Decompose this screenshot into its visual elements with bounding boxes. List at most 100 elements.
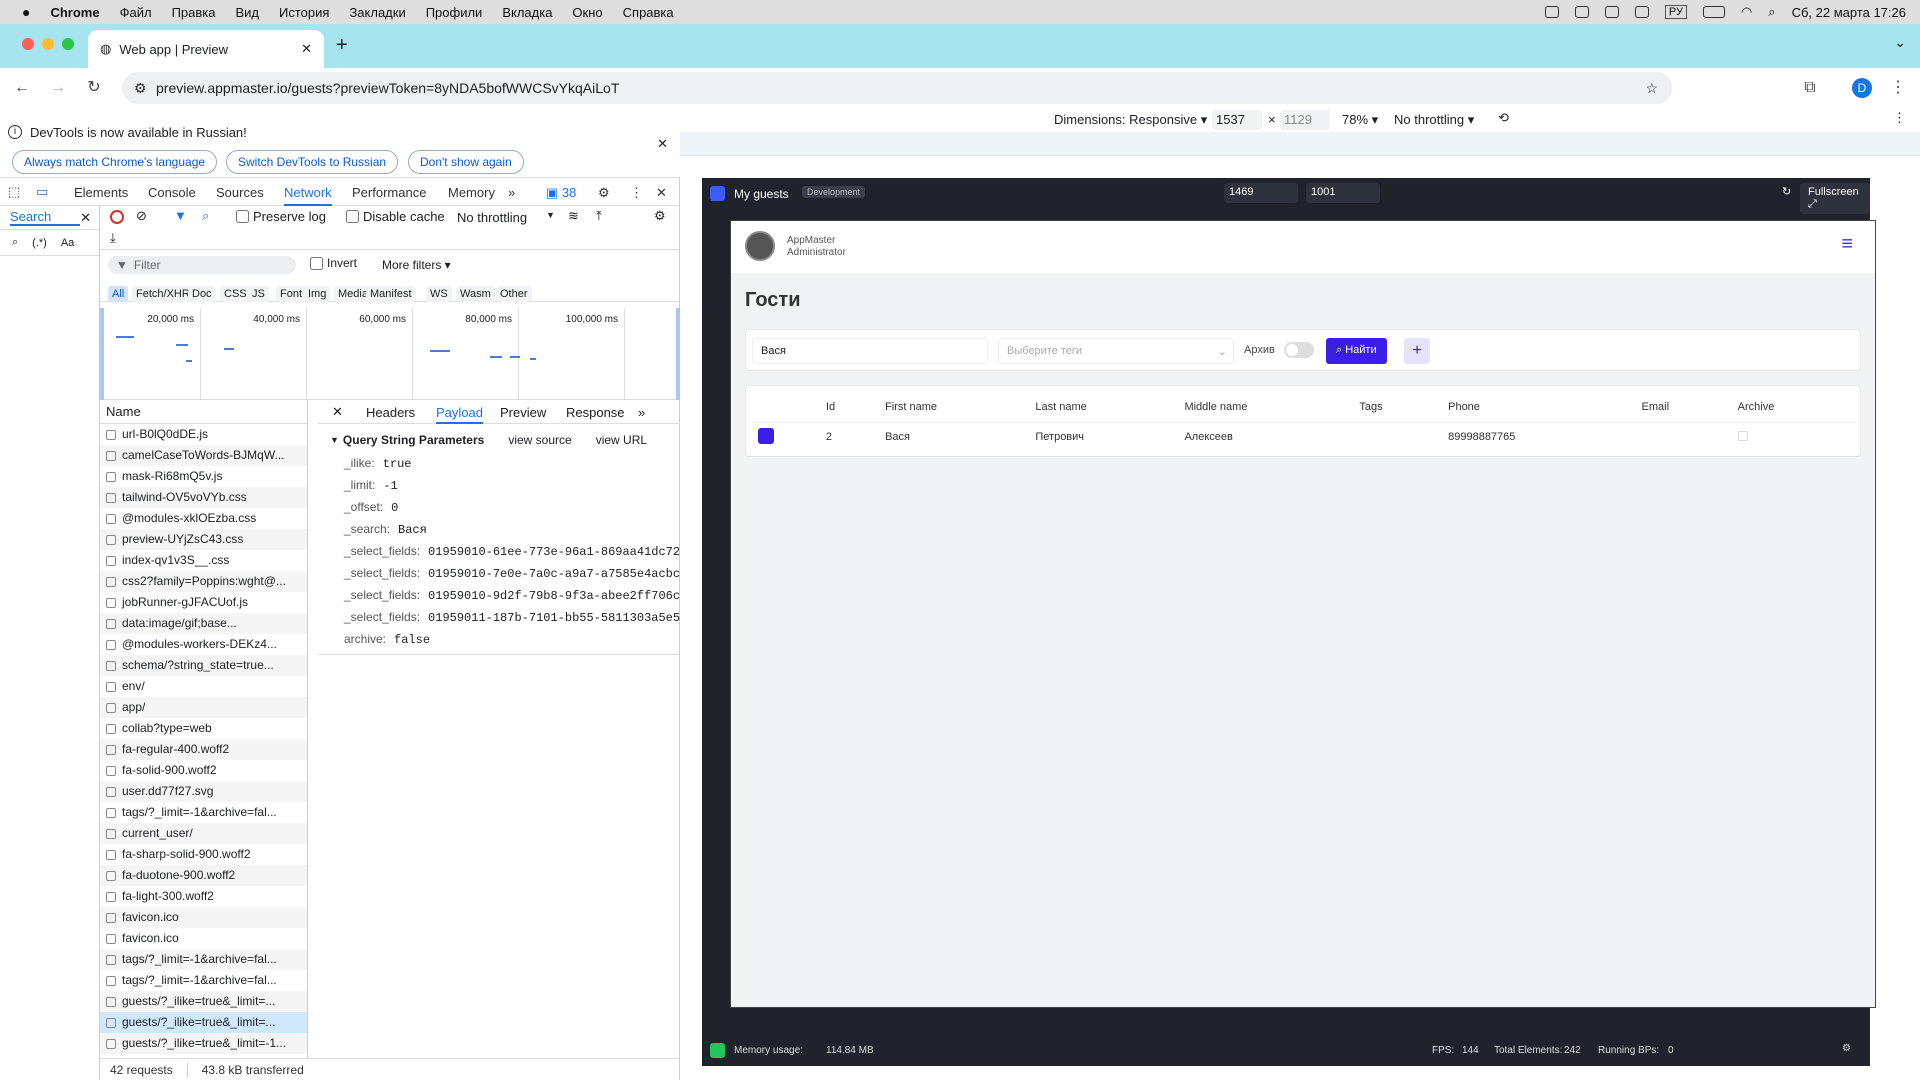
network-settings-icon[interactable]: ⚙ xyxy=(654,208,666,224)
column-header[interactable]: Middle name xyxy=(1184,392,1359,422)
tray-icon[interactable] xyxy=(1634,6,1649,18)
add-button[interactable]: + xyxy=(1404,338,1430,364)
filter-chip[interactable]: WS xyxy=(426,286,452,302)
dont-show-button[interactable]: Don't show again xyxy=(408,150,524,174)
request-row[interactable]: url-B0lQ0dDE.js xyxy=(100,424,307,445)
tray-icon[interactable] xyxy=(1574,6,1589,18)
wifi-icon[interactable]: ◠ xyxy=(1741,4,1752,20)
battery-icon[interactable] xyxy=(1702,6,1725,18)
view-source-link[interactable]: view source xyxy=(508,433,571,447)
network-conditions-icon[interactable]: ≋ xyxy=(568,208,579,224)
column-header[interactable]: Last name xyxy=(1035,392,1184,422)
device-throttling-select[interactable]: No throttling ▾ xyxy=(1394,112,1474,128)
extensions-icon[interactable]: ⧉ xyxy=(1800,78,1820,98)
menu-item-7[interactable]: Вкладка xyxy=(502,5,552,20)
minimize-window-button[interactable] xyxy=(42,38,54,50)
switch-language-button[interactable]: Switch DevTools to Russian xyxy=(226,150,399,174)
request-row[interactable]: tags/?_limit=-1&archive=fal... xyxy=(100,949,307,970)
close-icon[interactable]: ✕ xyxy=(657,136,668,152)
devtools-menu-icon[interactable]: ⋮ xyxy=(630,185,643,201)
import-har-icon[interactable]: ⤒ xyxy=(596,208,602,224)
forward-icon[interactable]: → xyxy=(48,78,68,98)
clear-icon[interactable]: ⊘ xyxy=(136,208,147,224)
maximize-window-button[interactable] xyxy=(62,38,74,50)
rotate-icon[interactable]: ⟲ xyxy=(1498,110,1509,126)
address-bar[interactable]: ⚙ preview.appmaster.io/guests?previewTok… xyxy=(122,72,1672,104)
site-info-icon[interactable]: ⚙ xyxy=(134,72,147,104)
tab-network[interactable]: Network xyxy=(284,185,332,206)
name-column-header[interactable]: Name xyxy=(100,400,307,424)
tab-performance[interactable]: Performance xyxy=(352,185,426,200)
request-row[interactable]: camelCaseToWords-BJMqW... xyxy=(100,445,307,466)
device-toolbar-icon[interactable]: ▭ xyxy=(36,184,48,200)
preview-width-input[interactable]: 1469 xyxy=(1224,183,1298,203)
request-row[interactable]: @modules-workers-DEKz4... xyxy=(100,634,307,655)
height-input[interactable]: 1129 xyxy=(1280,110,1330,130)
request-row[interactable]: guests/?_ilike=true&_limit=-1... xyxy=(100,1033,307,1054)
apple-icon[interactable]: ● xyxy=(22,4,30,20)
menu-item-4[interactable]: История xyxy=(279,5,329,20)
request-row[interactable]: tags/?_limit=-1&archive=fal... xyxy=(100,970,307,991)
media-query-ruler[interactable] xyxy=(680,132,1920,156)
archive-toggle[interactable] xyxy=(1284,342,1314,358)
search-input[interactable]: Вася xyxy=(752,338,988,364)
filter-chip[interactable]: CSS xyxy=(220,286,251,302)
menu-item-1[interactable]: Файл xyxy=(120,5,152,20)
request-row[interactable]: data:image/gif;base... xyxy=(100,613,307,634)
filter-chip[interactable]: Doc xyxy=(188,286,216,302)
request-row[interactable]: fa-solid-900.woff2 xyxy=(100,760,307,781)
filter-chip[interactable]: Fetch/XHR xyxy=(132,286,194,302)
request-row[interactable]: favicon.ico xyxy=(100,907,307,928)
request-row[interactable]: tailwind-OV5voVYb.css xyxy=(100,487,307,508)
issues-badge[interactable]: ▣ 38 xyxy=(546,185,576,201)
column-header[interactable]: Email xyxy=(1642,392,1738,422)
throttling-select[interactable]: No throttling xyxy=(457,210,527,225)
qsp-header[interactable]: ▼ Query String Parameters view source vi… xyxy=(318,428,680,452)
view-url-link[interactable]: view URL xyxy=(596,433,647,447)
filter-icon[interactable]: ▼ xyxy=(174,208,187,223)
close-search-icon[interactable]: ✕ xyxy=(80,210,91,226)
request-row[interactable]: fa-light-300.woff2 xyxy=(100,886,307,907)
refresh-icon[interactable]: ↻ xyxy=(1782,185,1791,198)
request-row[interactable]: app/ xyxy=(100,697,307,718)
tags-select[interactable]: Выберите теги ⌄ xyxy=(998,338,1234,364)
column-header[interactable]: Phone xyxy=(1448,392,1641,422)
filter-chip[interactable]: JS xyxy=(248,286,269,302)
filter-chip[interactable]: Manifest xyxy=(366,286,416,302)
disable-cache-input[interactable] xyxy=(346,210,359,223)
find-button[interactable]: ⌕ Найти xyxy=(1326,338,1387,364)
tab-response[interactable]: Response xyxy=(566,405,625,420)
request-row[interactable]: env/ xyxy=(100,676,307,697)
archive-checkbox[interactable] xyxy=(1737,430,1748,441)
request-row[interactable]: fa-regular-400.woff2 xyxy=(100,739,307,760)
request-row[interactable]: @modules-xklOEzba.css xyxy=(100,508,307,529)
reload-icon[interactable]: ↻ xyxy=(84,78,104,98)
preserve-log-checkbox[interactable]: Preserve log xyxy=(236,209,326,224)
menu-kebab-icon[interactable]: ⋮ xyxy=(1888,78,1908,98)
menu-item-8[interactable]: Окно xyxy=(572,5,602,20)
request-row[interactable]: favicon.ico xyxy=(100,928,307,949)
invert-checkbox[interactable]: Invert xyxy=(310,256,357,270)
request-row[interactable]: current_user/ xyxy=(100,823,307,844)
tab-preview[interactable]: Preview xyxy=(500,405,546,420)
width-input[interactable]: 1537 xyxy=(1212,110,1262,130)
close-window-button[interactable] xyxy=(22,38,34,50)
tab-elements[interactable]: Elements xyxy=(74,185,128,200)
request-row[interactable]: fa-duotone-900.woff2 xyxy=(100,865,307,886)
preview-height-input[interactable]: 1001 xyxy=(1306,183,1380,203)
request-row[interactable]: css2?family=Poppins:wght@... xyxy=(100,571,307,592)
menu-item-0[interactable]: Chrome xyxy=(50,5,99,20)
inspect-icon[interactable]: ⬚ xyxy=(8,184,20,200)
new-tab-button[interactable]: + xyxy=(336,34,348,57)
avatar[interactable] xyxy=(745,231,775,261)
filter-chip[interactable]: Img xyxy=(304,286,331,302)
zoom-select[interactable]: 78% ▾ xyxy=(1342,112,1378,128)
tab-headers[interactable]: Headers xyxy=(366,405,415,420)
invert-input[interactable] xyxy=(310,256,323,270)
request-row[interactable]: guests/?_ilike=true&_limit=... xyxy=(100,991,307,1012)
filter-chip[interactable]: Other xyxy=(496,286,532,302)
tab-memory[interactable]: Memory xyxy=(448,185,495,200)
more-filters-dropdown[interactable]: More filters ▾ xyxy=(382,258,451,272)
case-toggle[interactable]: Aa xyxy=(61,237,74,249)
close-detail-icon[interactable]: ✕ xyxy=(332,404,343,420)
